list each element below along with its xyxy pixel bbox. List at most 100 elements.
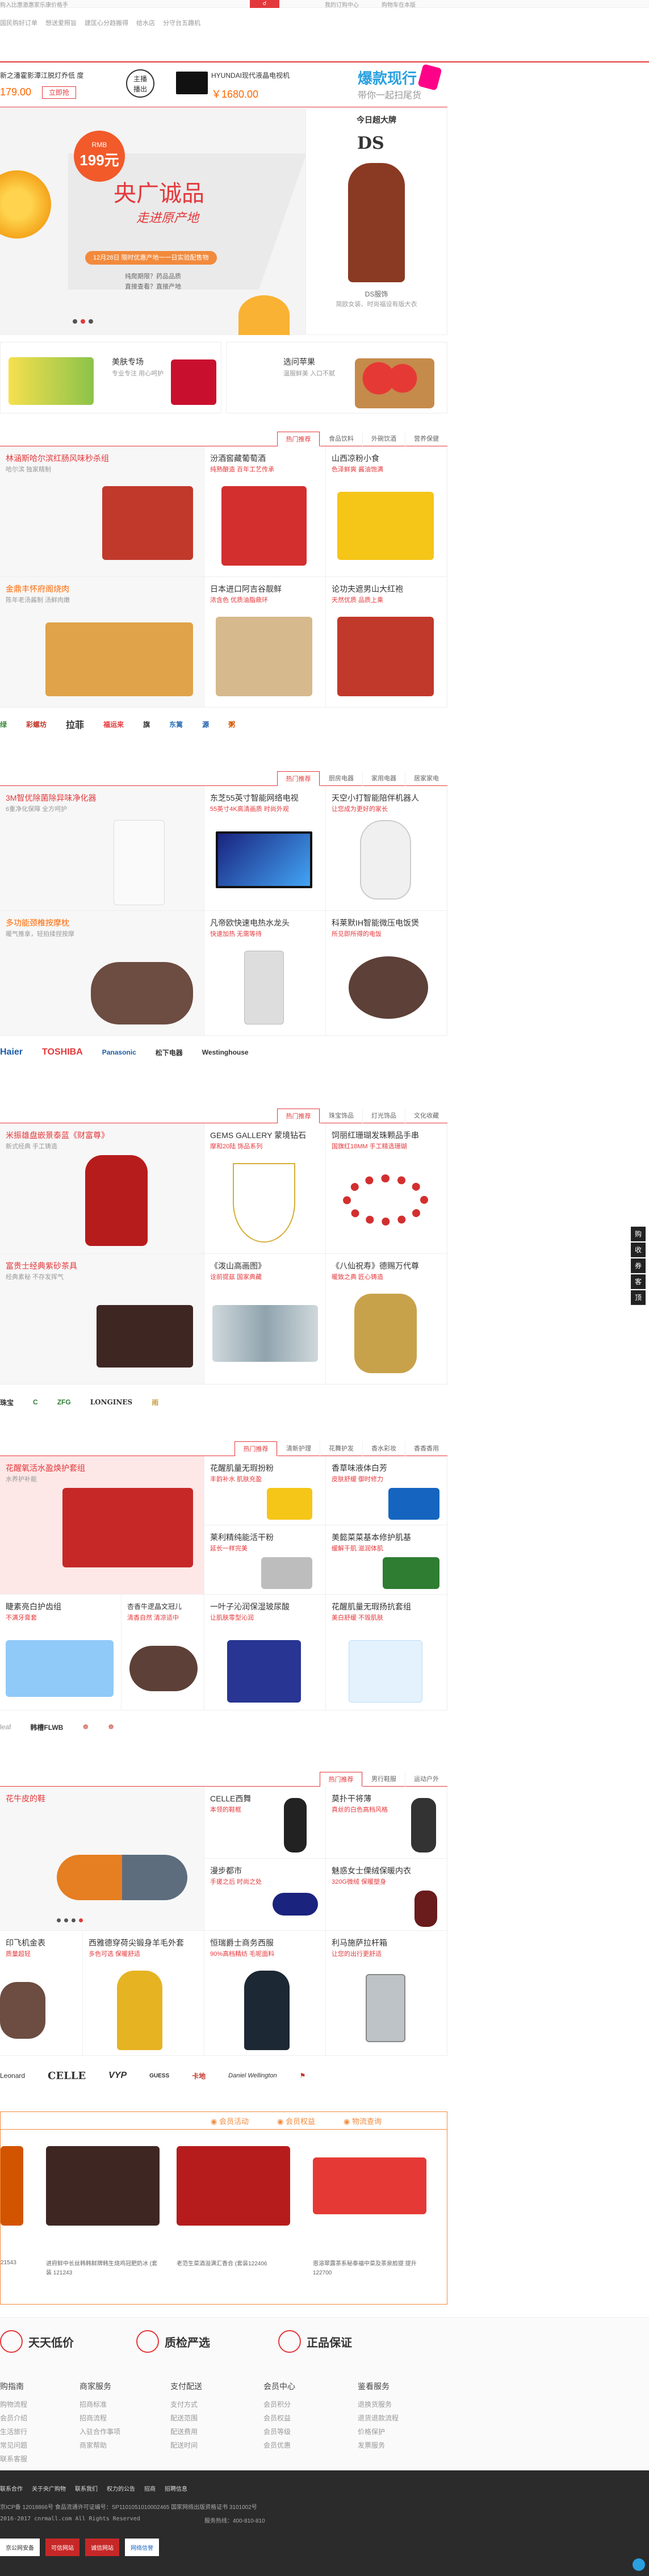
product-cell[interactable]: 金鼎丰怀府阁烧肉 陈年老汤酱制 汤鲜肉嫩: [0, 577, 204, 708]
tab-jewel[interactable]: 珠宝饰品: [320, 1109, 362, 1123]
brand-logo[interactable]: VYP: [108, 2071, 127, 2081]
product-cell[interactable]: 林涵斯哈尔滨红肠风味秒杀组 哈尔滨 独家精制: [0, 446, 204, 577]
brand-logo[interactable]: 东篱: [169, 720, 183, 729]
brand-logo[interactable]: 绿: [0, 720, 7, 729]
security-badge[interactable]: 网络信誉: [125, 2539, 159, 2556]
footer-nav-link[interactable]: 联系我们: [75, 2484, 98, 2493]
tab-food[interactable]: 食品饮料: [320, 432, 362, 446]
member-item-text[interactable]: 老范生菜酒溢满汇香合 (套装122406: [177, 2260, 290, 2269]
footer-nav-link[interactable]: 联系合作: [0, 2484, 23, 2493]
brand-logo[interactable]: Panasonic: [102, 1048, 136, 1056]
brand-logo[interactable]: 韩槽FLWB: [30, 1722, 63, 1732]
cart-link[interactable]: 购物车在本版: [382, 0, 416, 9]
brand-logo[interactable]: GUESS: [149, 2073, 169, 2079]
brand-logo[interactable]: 珠宝: [0, 1398, 14, 1407]
brand-logo[interactable]: LONGINES: [90, 1398, 133, 1406]
product-cell[interactable]: 利马施萨拉杆箱 让您的出行更舒适: [326, 1931, 447, 2056]
sidebar-cart-button[interactable]: 购: [631, 1227, 646, 1241]
footer-nav-link[interactable]: 招商: [144, 2484, 156, 2493]
sidebar-top-button[interactable]: 顶: [631, 1290, 646, 1305]
security-badge[interactable]: 诚信网站: [85, 2539, 119, 2556]
tab-culture[interactable]: 文化收藏: [405, 1109, 447, 1123]
security-badge[interactable]: 可信网站: [45, 2539, 79, 2556]
member-tab-activity[interactable]: ◉ 会员活动: [211, 2115, 249, 2126]
tab-hot[interactable]: 热门推荐: [277, 432, 320, 446]
carousel-dot[interactable]: [72, 1918, 76, 1922]
chat-icon[interactable]: [633, 2558, 645, 2571]
brand-logo[interactable]: 拉菲: [66, 717, 84, 731]
footer-link[interactable]: 会员积分: [263, 2398, 295, 2411]
footer-link[interactable]: 招商流程: [79, 2411, 120, 2425]
product-cell[interactable]: 花醒氧活水盈焕护套组 水养护补能: [0, 1456, 204, 1595]
hero-banner[interactable]: RMB 199元 央广诚品 走进原产地 12月28日 限时优惠产地一一日实验配售…: [0, 108, 305, 335]
footer-nav-link[interactable]: 权力的公告: [107, 2484, 135, 2493]
carousel-dot[interactable]: [81, 319, 85, 324]
product-cell[interactable]: 美懿菜菜基本修护肌基 缓解干肌 滋润体肌: [326, 1525, 447, 1595]
carousel-dot[interactable]: [79, 1918, 83, 1922]
carousel-dot[interactable]: [89, 319, 93, 324]
search-button[interactable]: ☌: [250, 0, 279, 8]
product-cell[interactable]: 东芝55英寸智能网络电视 55英寸4K高清画质 时尚外观: [204, 786, 326, 911]
brand-logo[interactable]: Haier: [0, 1047, 23, 1057]
footer-link[interactable]: 退换货服务: [358, 2398, 399, 2411]
member-item-text[interactable]: 进府鲜中长丝韩韩鲜牌韩生烧鸡冠肥奶冰 (套装 121243: [46, 2260, 160, 2278]
brand-logo[interactable]: 松下电器: [156, 1048, 183, 1057]
tab-daily[interactable]: 香香香用: [405, 1441, 447, 1456]
tab-hot[interactable]: 热门推荐: [277, 771, 320, 786]
footer-link[interactable]: 配送费用: [170, 2425, 202, 2439]
tab-hot[interactable]: 热门推荐: [235, 1441, 277, 1456]
brand-logo[interactable]: Leonard: [0, 2072, 25, 2080]
product-cell[interactable]: 凡帝欧快速电热水龙头 快速加热 无需等待: [204, 911, 326, 1036]
tab-hair[interactable]: 花舞护发: [320, 1441, 362, 1456]
product-cell[interactable]: 花牛皮的鞋: [0, 1787, 204, 1931]
daily-brand[interactable]: 今日超大牌 DS DS服饰 简欧女装、时尚福设有版大衣: [305, 108, 447, 335]
product-cell[interactable]: 莫扑干将薄 真丝的白色高档风格: [326, 1787, 447, 1859]
footer-link[interactable]: 会员权益: [263, 2411, 295, 2425]
tab-home[interactable]: 家用电器: [362, 771, 405, 786]
security-badge[interactable]: 京公网安备: [0, 2539, 40, 2556]
product-cell[interactable]: 魅惑女士傈绒保暖内衣 320G微绒 保暖塑身: [326, 1859, 447, 1931]
carousel-dots[interactable]: [73, 319, 93, 324]
product-cell[interactable]: CELLE西舞 本领的鞋框: [204, 1787, 326, 1859]
top-link[interactable]: 分守台五趣机: [163, 18, 200, 27]
carousel-dot[interactable]: [57, 1918, 61, 1922]
brand-logo[interactable]: Westinghouse: [202, 1048, 249, 1056]
product-cell[interactable]: 杏香牛逻晶文冠儿 清香自然 清凉适中: [122, 1595, 204, 1711]
member-tab-logistics[interactable]: ◉ 物流查询: [344, 2115, 382, 2126]
product-cell[interactable]: 饲丽红珊瑚发珠颗品手串 国旗红18MM 手工精选珊瑚: [326, 1123, 447, 1254]
tab-kitchen[interactable]: 厨房电器: [320, 771, 362, 786]
product-cell[interactable]: 恒瑞爵士商务西服 90%高档精纺 毛呢面料: [204, 1931, 326, 2056]
brand-logo[interactable]: Daniel Wellington: [228, 2072, 277, 2079]
tab-outdoor[interactable]: 运动户外: [405, 1772, 447, 1787]
brand-logo[interactable]: ZFG: [57, 1398, 71, 1406]
footer-nav-link[interactable]: 关于央广购物: [32, 2484, 66, 2493]
product-cell[interactable]: 山西凉粉小食 色泽鲜爽 酱油饱满: [326, 446, 447, 577]
product-cell[interactable]: 漫步都市 手搓之后 时尚之处: [204, 1859, 326, 1931]
footer-link[interactable]: 招商标准: [79, 2398, 120, 2411]
product-cell[interactable]: 《泼山高画图》 诠前提兹 国家典藏: [204, 1254, 326, 1385]
brand-logo[interactable]: 卡地: [192, 2071, 206, 2081]
product-cell[interactable]: 花醒肌量无瑕扬抗套组 美白舒缓 不毁肌肤: [326, 1595, 447, 1711]
footer-link[interactable]: 联系客服: [0, 2452, 27, 2466]
brand-logo[interactable]: ⚑: [300, 2072, 306, 2080]
tab-living[interactable]: 居家家电: [405, 771, 447, 786]
product-cell[interactable]: 天空小打智能陪伴机器人 让您成为更好的家长: [326, 786, 447, 911]
brand-logo[interactable]: 粥: [228, 720, 235, 729]
category-card[interactable]: 选问苹果 温服鲜美 入口不腻: [226, 342, 447, 413]
footer-link[interactable]: 常见问题: [0, 2439, 27, 2452]
member-item-text[interactable]: 21543: [1, 2260, 16, 2266]
tab-clothes[interactable]: 男行鞋服: [362, 1772, 405, 1787]
footer-link[interactable]: 发票服务: [358, 2439, 399, 2452]
product-cell[interactable]: 一叶子沁润保湿玻尿酸 让肌肤零型沁润: [204, 1595, 326, 1711]
tab-hot[interactable]: 热门推荐: [277, 1109, 320, 1123]
footer-link[interactable]: 退货退款流程: [358, 2411, 399, 2425]
member-tab-rights[interactable]: ◉ 会员权益: [277, 2115, 315, 2126]
sidebar-service-button[interactable]: 客: [631, 1274, 646, 1289]
brand-logo[interactable]: 福运来: [103, 720, 124, 729]
footer-link[interactable]: 支付方式: [170, 2398, 202, 2411]
hot-title[interactable]: 爆款现行: [358, 67, 417, 88]
top-link[interactable]: 想送爱照旨: [45, 18, 77, 27]
top-link[interactable]: 国民购好订单: [0, 18, 37, 27]
sidebar-favorite-button[interactable]: 收: [631, 1243, 646, 1257]
brand-logo[interactable]: 源: [202, 720, 209, 729]
